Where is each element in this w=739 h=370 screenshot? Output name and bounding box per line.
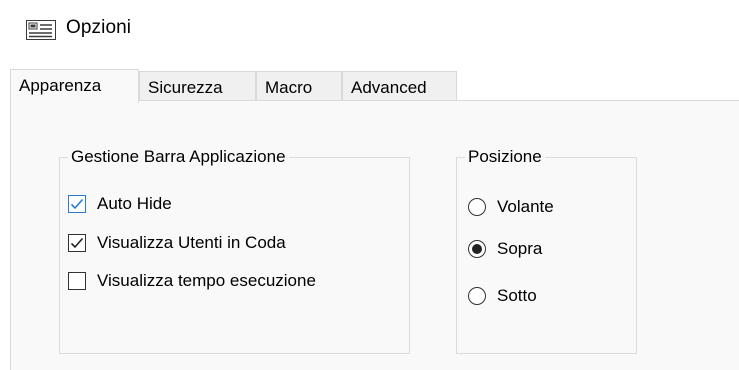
radio-sopra[interactable]: Sopra bbox=[468, 237, 542, 261]
tab-label: Advanced bbox=[351, 78, 427, 97]
checkmark-icon bbox=[70, 237, 84, 249]
tab-advanced[interactable]: Advanced bbox=[342, 71, 457, 102]
properties-window-icon bbox=[26, 20, 56, 40]
checkbox-box bbox=[68, 234, 86, 252]
group-legend: Gestione Barra Applicazione bbox=[71, 147, 286, 166]
radio-label: Sotto bbox=[497, 286, 537, 305]
radio-label: Volante bbox=[497, 197, 554, 216]
radio-label: Sopra bbox=[497, 239, 543, 258]
show-queued-users-checkbox[interactable]: Visualizza Utenti in Coda bbox=[68, 231, 286, 255]
tab-label: Apparenza bbox=[19, 76, 102, 95]
group-legend: Posizione bbox=[468, 147, 542, 166]
checkbox-label: Visualizza tempo esecuzione bbox=[97, 271, 316, 290]
radio-selected-dot bbox=[472, 244, 482, 254]
show-execution-time-checkbox[interactable]: Visualizza tempo esecuzione bbox=[68, 269, 316, 293]
tab-sicurezza[interactable]: Sicurezza bbox=[139, 71, 256, 102]
radio-volante[interactable]: Volante bbox=[468, 195, 554, 219]
radio-circle bbox=[468, 198, 486, 216]
title-bar: Opzioni bbox=[0, 0, 739, 60]
window-title: Opzioni bbox=[66, 17, 132, 38]
radio-circle bbox=[468, 240, 486, 258]
radio-circle bbox=[468, 287, 486, 305]
tab-label: Sicurezza bbox=[148, 78, 223, 97]
checkmark-icon bbox=[70, 198, 84, 210]
checkbox-label: Auto Hide bbox=[97, 194, 172, 213]
tab-strip: Apparenza Sicurezza Macro Advanced bbox=[10, 69, 739, 103]
tab-panel-apparenza: Gestione Barra Applicazione Auto Hide Vi… bbox=[10, 100, 739, 370]
checkbox-box bbox=[68, 195, 86, 213]
checkbox-label: Visualizza Utenti in Coda bbox=[97, 233, 286, 252]
tab-macro[interactable]: Macro bbox=[256, 71, 342, 102]
tab-apparenza[interactable]: Apparenza bbox=[10, 69, 139, 103]
tab-label: Macro bbox=[265, 78, 313, 97]
checkbox-box bbox=[68, 272, 86, 290]
auto-hide-checkbox[interactable]: Auto Hide bbox=[68, 192, 172, 216]
radio-sotto[interactable]: Sotto bbox=[468, 284, 537, 308]
